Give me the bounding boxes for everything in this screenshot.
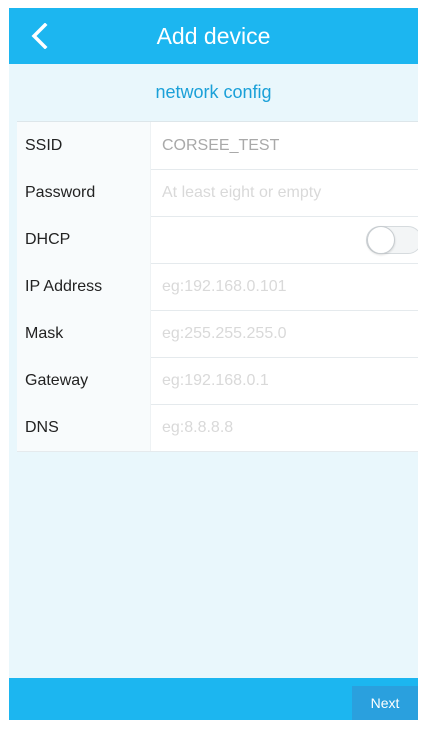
dns-label: DNS — [17, 404, 151, 451]
network-config-form: SSID Password DHCP IP Address — [17, 121, 418, 452]
mask-input[interactable] — [162, 324, 402, 343]
gateway-label: Gateway — [17, 357, 151, 404]
dns-row: DNS — [17, 404, 418, 452]
gateway-input[interactable] — [162, 371, 402, 390]
dhcp-label: DHCP — [17, 216, 151, 263]
next-button[interactable]: Next — [352, 686, 418, 720]
ip-address-label: IP Address — [17, 263, 151, 310]
password-row: Password — [17, 169, 418, 217]
ip-address-row: IP Address — [17, 263, 418, 311]
ssid-input[interactable] — [162, 136, 402, 155]
mask-label: Mask — [17, 310, 151, 357]
dhcp-toggle[interactable] — [366, 226, 418, 254]
password-label: Password — [17, 169, 151, 216]
dns-input[interactable] — [162, 418, 402, 437]
ssid-row: SSID — [17, 122, 418, 170]
password-input[interactable] — [162, 183, 402, 202]
bottom-bar: Next — [9, 678, 418, 720]
ip-address-input[interactable] — [162, 277, 402, 296]
section-title: network config — [155, 82, 272, 102]
mask-row: Mask — [17, 310, 418, 358]
app-screen: Add device network config SSID Password … — [9, 8, 418, 720]
dhcp-row: DHCP — [17, 216, 418, 264]
top-bar: Add device — [9, 8, 418, 64]
ssid-label: SSID — [17, 122, 151, 169]
page-title: Add device — [156, 22, 271, 49]
toggle-knob — [367, 226, 395, 254]
gateway-row: Gateway — [17, 357, 418, 405]
